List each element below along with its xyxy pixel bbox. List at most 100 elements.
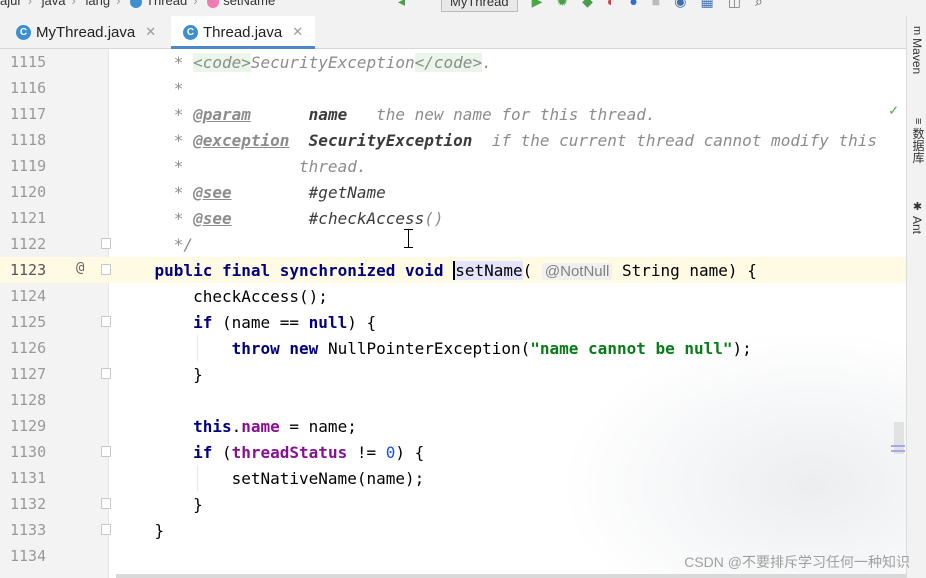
code-line[interactable]: 1124 checkAccess(); bbox=[0, 283, 906, 309]
class-icon: C bbox=[183, 24, 198, 40]
right-tool-strip: m Maven ≡ 数据库 ✱ Ant bbox=[906, 16, 926, 578]
line-number: 1128 bbox=[10, 391, 47, 409]
tab-thread-java[interactable]: C Thread.java ✕ bbox=[171, 16, 315, 49]
scrollbar-marker[interactable] bbox=[891, 445, 905, 447]
code-text: } bbox=[193, 495, 203, 514]
code-text: * @exception SecurityException if the cu… bbox=[173, 131, 878, 150]
code-text: } bbox=[154, 521, 165, 540]
code-line[interactable]: 1131 setNativeName(name); bbox=[0, 465, 906, 491]
coverage-icon[interactable]: ◆ bbox=[582, 0, 593, 10]
fold-marker-icon[interactable] bbox=[101, 316, 111, 327]
ant-icon: ✱ bbox=[911, 200, 923, 213]
breadcrumb-item[interactable]: setName bbox=[223, 0, 275, 8]
fold-marker-icon[interactable] bbox=[101, 524, 111, 535]
maven-tool-button[interactable]: m Maven bbox=[910, 26, 924, 74]
line-number: 1115 bbox=[10, 53, 47, 71]
close-icon[interactable]: ✕ bbox=[145, 24, 156, 40]
fold-marker-icon[interactable] bbox=[101, 368, 111, 379]
breadcrumb-item[interactable]: ajur bbox=[0, 0, 22, 8]
fold-marker-icon[interactable] bbox=[101, 446, 111, 457]
code-text: */ bbox=[173, 235, 194, 254]
code-line[interactable]: 1127 } bbox=[0, 361, 906, 387]
line-number: 1117 bbox=[10, 105, 47, 123]
code-line[interactable]: 1128 bbox=[0, 387, 906, 413]
override-marker-icon[interactable]: @ bbox=[76, 260, 84, 276]
code-text: * @see #checkAccess() bbox=[173, 209, 444, 228]
code-line[interactable]: 1119 * thread. bbox=[0, 153, 906, 179]
line-number: 1132 bbox=[10, 495, 47, 513]
debug-icon[interactable]: ✹ bbox=[556, 0, 568, 10]
method-icon bbox=[207, 0, 220, 8]
inspection-ok-icon[interactable]: ✓ bbox=[889, 101, 898, 119]
line-number: 1129 bbox=[10, 417, 47, 435]
code-line[interactable]: 1116 * bbox=[0, 75, 906, 101]
mouse-ibeam-cursor-icon bbox=[404, 229, 413, 248]
code-line[interactable]: 1121 * @see #checkAccess() bbox=[0, 205, 906, 231]
code-text: } bbox=[193, 365, 203, 384]
code-line[interactable]: 1118 * @exception SecurityException if t… bbox=[0, 127, 906, 153]
breadcrumb-item[interactable]: java bbox=[42, 0, 66, 8]
stop-icon[interactable]: ■ bbox=[652, 0, 660, 9]
layout-icon[interactable]: ◫ bbox=[728, 0, 741, 10]
code-text: * <code>SecurityException</code>. bbox=[173, 53, 492, 72]
run-configuration-select[interactable]: MyThread bbox=[441, 0, 518, 12]
profile-icon[interactable]: ◐ bbox=[607, 0, 615, 9]
tool-label: Ant bbox=[910, 216, 924, 235]
code-text: * thread. bbox=[173, 157, 367, 176]
code-text: throw new NullPointerException("name can… bbox=[231, 339, 752, 358]
project-structure-icon[interactable]: ◉ bbox=[674, 0, 686, 10]
ant-tool-button[interactable]: ✱ Ant bbox=[910, 200, 924, 234]
hammer-icon[interactable]: ◂ bbox=[398, 0, 405, 10]
line-number: 1126 bbox=[10, 339, 47, 357]
code-line[interactable]: 1117 * @param name the new name for this… bbox=[0, 101, 906, 127]
line-number: 1127 bbox=[10, 365, 47, 383]
code-line[interactable]: 1115 * <code>SecurityException</code>. bbox=[0, 49, 906, 75]
toolbar: ◂ MyThread ▶ ✹ ◆ ◐ ● ■ ◉ ▦ ◫ ⌕ bbox=[398, 0, 777, 12]
fold-marker-icon[interactable] bbox=[101, 498, 111, 509]
breadcrumb-item[interactable]: lang bbox=[85, 0, 110, 8]
scrollbar-marker[interactable] bbox=[891, 450, 905, 452]
database-tool-button[interactable]: ≡ 数据库 bbox=[910, 118, 926, 163]
code-line[interactable]: 1125 if (name == null) { bbox=[0, 309, 906, 335]
code-text: checkAccess(); bbox=[193, 287, 328, 306]
navigation-bar: ajur › java › lang › Thread › setName ◂ MyThr… bbox=[0, 0, 926, 16]
code-line[interactable]: 1122 */ bbox=[0, 231, 906, 257]
line-number: 1133 bbox=[10, 521, 47, 539]
code-line[interactable]: 1129 this.name = name; bbox=[0, 413, 906, 439]
code-line[interactable]: 1130 if (threadStatus != 0) { bbox=[0, 439, 906, 465]
code-line[interactable]: 1133 } bbox=[0, 517, 906, 543]
code-line[interactable]: 1126 throw new NullPointerException("nam… bbox=[0, 335, 906, 361]
code-line[interactable]: 1132 } bbox=[0, 491, 906, 517]
fold-marker-icon[interactable] bbox=[101, 238, 111, 249]
code-line-current[interactable]: 1123 @ public final synchronized void se… bbox=[0, 257, 906, 283]
info-icon[interactable]: ● bbox=[629, 0, 637, 9]
database-icon: ≡ bbox=[912, 118, 924, 125]
line-number: 1122 bbox=[10, 235, 47, 253]
horizontal-scrollbar[interactable] bbox=[116, 574, 906, 578]
code-text: * bbox=[173, 79, 184, 98]
run-icon[interactable]: ▶ bbox=[532, 0, 543, 10]
code-text: this.name = name; bbox=[193, 417, 357, 436]
maven-icon: m bbox=[911, 26, 923, 36]
line-number: 1116 bbox=[10, 79, 47, 97]
class-icon bbox=[130, 0, 143, 8]
fold-marker-icon[interactable] bbox=[101, 264, 111, 275]
code-text: if (threadStatus != 0) { bbox=[193, 443, 425, 462]
line-number: 1134 bbox=[10, 547, 47, 565]
tab-mythread-java[interactable]: C MyThread.java ✕ bbox=[16, 16, 156, 48]
breadcrumb-item[interactable]: Thread bbox=[146, 0, 187, 8]
tool-label: Maven bbox=[910, 38, 924, 75]
code-text: public final synchronized void setName( … bbox=[154, 261, 757, 280]
close-icon[interactable]: ✕ bbox=[292, 24, 303, 40]
line-number: 1123 bbox=[10, 261, 47, 279]
line-number: 1121 bbox=[10, 209, 47, 227]
annotation: @NotNull bbox=[541, 263, 613, 280]
breadcrumb: ajur › java › lang › Thread › setName bbox=[0, 0, 275, 8]
watermark: CSDN @不要排斥学习任何一种知识 bbox=[684, 554, 910, 570]
search-icon[interactable]: ⌕ bbox=[755, 0, 763, 10]
settings-icon[interactable]: ▦ bbox=[700, 0, 713, 10]
tab-label: Thread.java bbox=[203, 23, 283, 41]
line-number: 1130 bbox=[10, 443, 47, 461]
code-editor[interactable]: 1115 * <code>SecurityException</code>. 1… bbox=[0, 49, 906, 578]
code-line[interactable]: 1120 * @see #getName bbox=[0, 179, 906, 205]
